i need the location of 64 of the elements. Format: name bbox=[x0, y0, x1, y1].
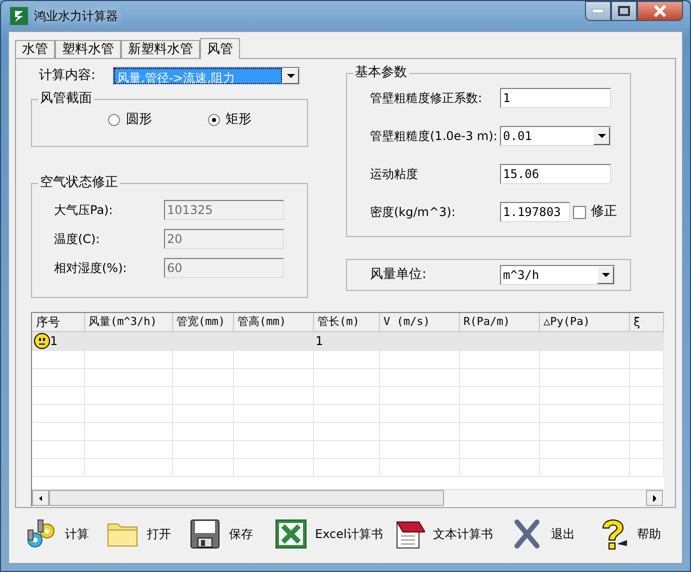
column-header[interactable]: V (m/s) bbox=[379, 313, 459, 332]
toolbar-button[interactable]: Excel计算书 bbox=[275, 518, 383, 550]
column-header[interactable]: 管宽(mm) bbox=[172, 313, 233, 332]
tab[interactable]: 水管 bbox=[15, 40, 55, 58]
field-label: 管壁粗糙度(1.0e-3 m): bbox=[370, 128, 498, 145]
maximize-button[interactable] bbox=[611, 1, 637, 21]
window-title: 鸿业水力计算器 bbox=[34, 8, 118, 25]
group-title: 风管截面 bbox=[38, 91, 94, 107]
input-field[interactable]: 1.197803 bbox=[500, 202, 570, 222]
group-title: 基本参数 bbox=[353, 65, 409, 81]
checkbox-label: 修正 bbox=[591, 203, 617, 222]
toolbar-button[interactable]: 打开 bbox=[107, 518, 171, 550]
field-label: 运动粘度 bbox=[370, 166, 419, 183]
spreadsheet-icon bbox=[275, 518, 307, 550]
field-label: 计算内容: bbox=[38, 67, 96, 86]
field-label: 管壁粗糙度修正系数: bbox=[370, 90, 484, 107]
radio-label: 圆形 bbox=[126, 111, 152, 129]
input-field[interactable]: 1 bbox=[500, 88, 611, 108]
minimize-icon bbox=[592, 9, 604, 13]
close-button[interactable] bbox=[637, 1, 683, 21]
gears-icon bbox=[25, 518, 57, 550]
table-cell: 1 bbox=[313, 332, 379, 350]
field-label: 相对湿度(%): bbox=[54, 260, 128, 277]
toolbar-button[interactable]: 文本计算书 bbox=[392, 518, 493, 550]
group-title: 空气状态修正 bbox=[38, 175, 120, 191]
maximize-icon bbox=[618, 6, 630, 16]
column-header[interactable]: 管高(mm) bbox=[233, 313, 313, 332]
field-label: 风量单位: bbox=[370, 266, 428, 284]
scroll-left-button[interactable] bbox=[32, 490, 49, 506]
toolbar-button[interactable]: 退出 bbox=[510, 518, 575, 550]
field-label: 大气压Pa): bbox=[54, 202, 114, 219]
radio-button[interactable] bbox=[208, 114, 220, 126]
radio-button[interactable] bbox=[108, 114, 120, 126]
column-header[interactable]: 序号 bbox=[32, 313, 84, 332]
close-icon bbox=[653, 5, 667, 17]
caret-icon bbox=[598, 134, 606, 138]
input-field[interactable]: 15.06 bbox=[500, 164, 611, 184]
tab[interactable]: 新塑料水管 bbox=[121, 40, 200, 58]
caret-icon bbox=[602, 273, 610, 277]
smiley-icon bbox=[34, 333, 50, 349]
toolbar-button[interactable]: 保存 bbox=[189, 518, 253, 550]
minimize-button[interactable] bbox=[585, 1, 611, 21]
column-header[interactable]: 风量(m^3/h) bbox=[84, 313, 172, 332]
field-label: 温度(C): bbox=[54, 231, 101, 248]
scroll-right-button[interactable] bbox=[646, 490, 663, 506]
left-arrow-icon bbox=[39, 494, 42, 502]
checkbox[interactable] bbox=[573, 206, 586, 218]
app-icon bbox=[10, 7, 28, 25]
radio-label: 矩形 bbox=[226, 111, 252, 129]
column-header[interactable]: 管长(m) bbox=[313, 313, 379, 332]
table-cell-text: 1 bbox=[50, 333, 58, 350]
column-header[interactable]: △Py(Pa) bbox=[539, 313, 629, 332]
toolbar-button[interactable]: 计算 bbox=[25, 518, 89, 550]
column-header[interactable]: R(Pa/m) bbox=[459, 313, 539, 332]
tab[interactable]: 塑料水管 bbox=[55, 40, 121, 58]
field-label: 密度(kg/m^3): bbox=[370, 204, 456, 221]
right-arrow-icon bbox=[653, 494, 656, 502]
column-header[interactable]: ξ bbox=[629, 313, 663, 332]
air-unit-dropdown[interactable]: m^3/h bbox=[500, 265, 615, 285]
tab[interactable]: 风管 bbox=[200, 38, 240, 59]
scrollbar-thumb[interactable] bbox=[49, 490, 444, 506]
caret-icon bbox=[286, 74, 294, 78]
dropdown[interactable]: 0.01 bbox=[500, 126, 611, 146]
toolbar-button[interactable]: 帮助 bbox=[596, 518, 661, 550]
